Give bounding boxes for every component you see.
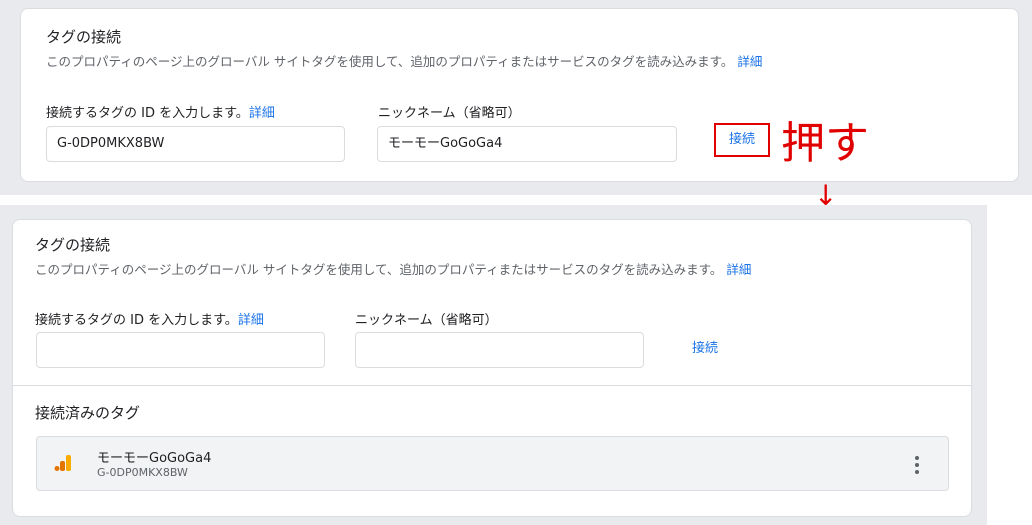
connected-tag-id: G-0DP0MKX8BW — [97, 466, 188, 479]
connected-tag-name: モーモーGoGoGa4 — [97, 451, 212, 466]
more-options-icon[interactable] — [914, 456, 920, 474]
tag-connect-card-before: タグの接続 このプロパティのページ上のグローバル サイトタグを使用して、追加のプ… — [20, 8, 1019, 182]
tag-id-label-text: 接続するタグの ID を入力します。 — [35, 313, 238, 328]
description-text: このプロパティのページ上のグローバル サイトタグを使用して、追加のプロパティまた… — [35, 262, 723, 277]
tag-id-learn-more-link[interactable]: 詳細 — [249, 106, 275, 121]
description-learn-more-link[interactable]: 詳細 — [726, 262, 751, 277]
google-analytics-icon — [54, 455, 71, 471]
tag-id-learn-more-link[interactable]: 詳細 — [238, 313, 264, 328]
annotation-arrow-icon: ↓ — [814, 179, 838, 212]
tag-id-input[interactable]: G-0DP0MKX8BW — [46, 126, 345, 162]
tag-id-input[interactable] — [36, 332, 325, 368]
annotation-press-text: 押す — [781, 118, 869, 169]
connected-tag-row[interactable]: モーモーGoGoGa4 G-0DP0MKX8BW — [36, 436, 949, 491]
description-text: このプロパティのページ上のグローバル サイトタグを使用して、追加のプロパティまた… — [46, 54, 734, 69]
connect-button[interactable]: 接続 — [714, 123, 770, 157]
section-divider — [13, 385, 971, 386]
card-title: タグの接続 — [35, 236, 111, 254]
tag-connect-card-after: タグの接続 このプロパティのページ上のグローバル サイトタグを使用して、追加のプ… — [12, 219, 972, 517]
tag-id-label-text: 接続するタグの ID を入力します。 — [46, 106, 249, 121]
card-description: このプロパティのページ上のグローバル サイトタグを使用して、追加のプロパティまた… — [35, 259, 751, 278]
nickname-label: ニックネーム（省略可） — [355, 313, 498, 328]
tag-id-label: 接続するタグの ID を入力します。詳細 — [35, 309, 264, 328]
tag-id-label: 接続するタグの ID を入力します。詳細 — [46, 102, 275, 121]
connect-button[interactable]: 接続 — [681, 337, 729, 361]
nickname-label: ニックネーム（省略可） — [378, 106, 521, 121]
description-learn-more-link[interactable]: 詳細 — [737, 54, 762, 69]
connected-tags-title: 接続済みのタグ — [35, 404, 141, 422]
card-title: タグの接続 — [46, 28, 122, 46]
nickname-input[interactable]: モーモーGoGoGa4 — [377, 126, 677, 162]
card-description: このプロパティのページ上のグローバル サイトタグを使用して、追加のプロパティまた… — [46, 51, 762, 70]
nickname-input[interactable] — [355, 332, 644, 368]
